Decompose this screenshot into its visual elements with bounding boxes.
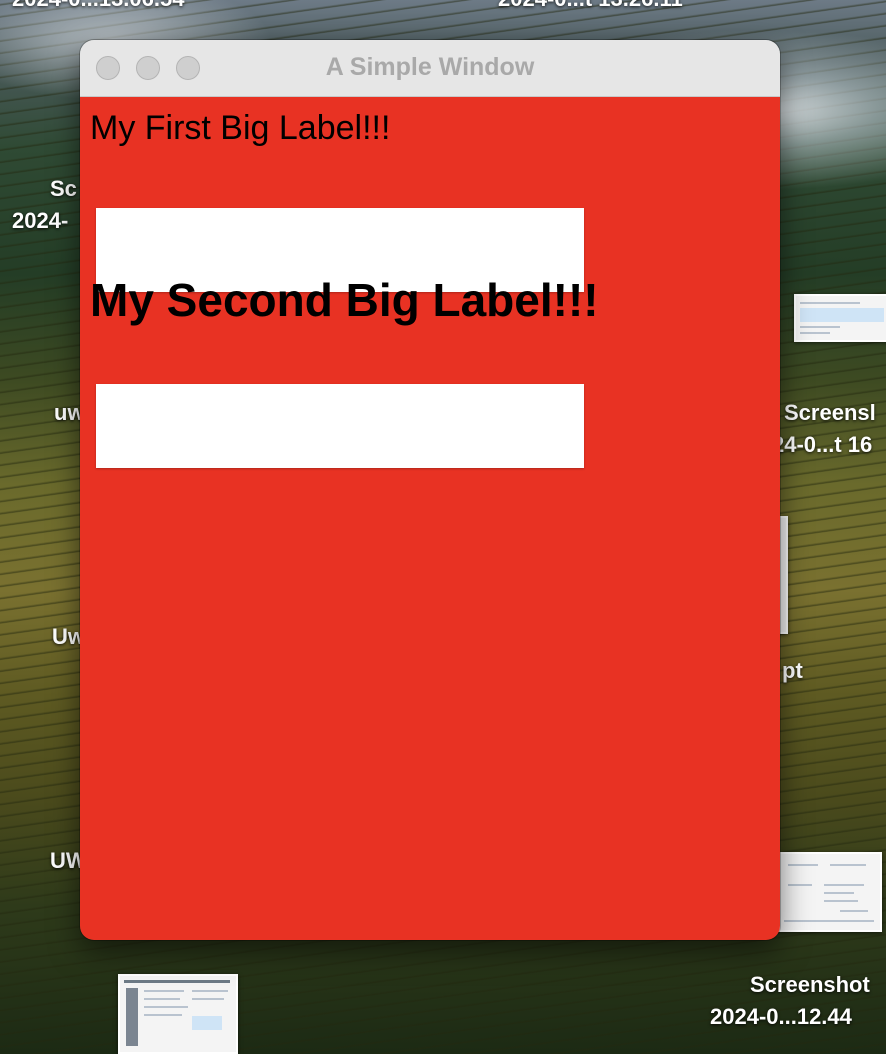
desktop-file-label[interactable]: 2024-0...12.44 — [710, 1004, 852, 1030]
second-text-field[interactable] — [96, 384, 584, 468]
desktop-file-label[interactable]: 24-0...t 16 — [772, 432, 872, 458]
window-titlebar[interactable]: A Simple Window — [80, 40, 780, 97]
desktop-file-label[interactable]: Sc — [50, 176, 77, 202]
desktop-file-label[interactable]: 2024- — [12, 208, 68, 234]
desktop-file-thumbnail[interactable] — [794, 294, 886, 342]
second-big-label: My Second Big Label!!! — [90, 274, 599, 326]
desktop-file-label[interactable]: 2024-0...t 13.26.11 — [498, 0, 683, 12]
desktop-file-label[interactable]: pt — [782, 658, 803, 684]
window-content: My First Big Label!!! My Second Big Labe… — [80, 97, 780, 940]
desktop-file-label[interactable]: Screenshot — [750, 972, 870, 998]
desktop-file-label[interactable]: 2024-0...13.06.54 — [12, 0, 184, 12]
window-title: A Simple Window — [325, 53, 535, 81]
desktop-file-thumbnail[interactable] — [118, 974, 238, 1054]
desktop-file-label[interactable]: Screensl — [784, 400, 876, 426]
app-window: A Simple Window My First Big Label!!! My… — [80, 40, 780, 940]
desktop-file-thumbnail[interactable] — [778, 852, 882, 932]
first-big-label: My First Big Label!!! — [90, 109, 391, 147]
